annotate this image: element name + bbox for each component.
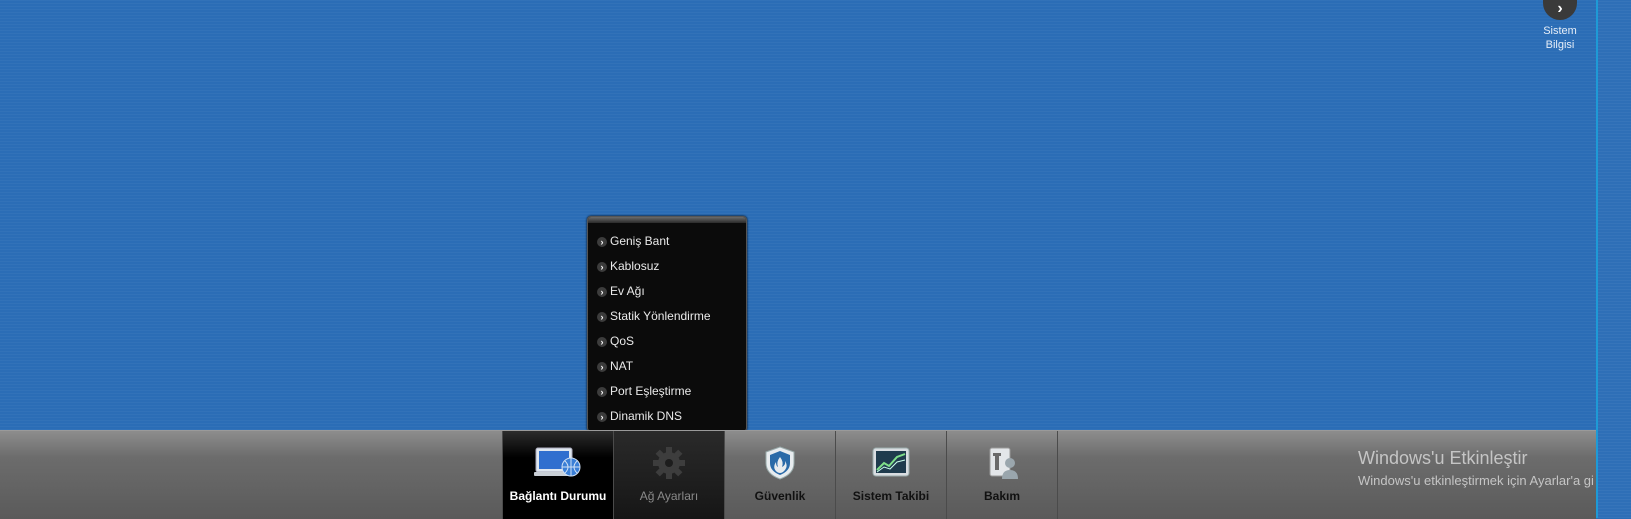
chevron-right-icon: › [1543, 0, 1577, 20]
tab-label: Ağ Ayarları [639, 489, 699, 503]
watermark-title: Windows'u Etkinleştir [1358, 448, 1528, 468]
menu-item-broadband[interactable]: › Geniş Bant [597, 229, 746, 254]
maintenance-icon [989, 447, 1018, 479]
tab-connection-status[interactable]: Bağlantı Durumu [502, 431, 614, 519]
menu-item-nat[interactable]: › NAT [597, 354, 746, 379]
menu-item-wireless[interactable]: › Kablosuz [597, 254, 746, 279]
desktop-background [0, 0, 1596, 430]
network-settings-menu: › Geniş Bant › Kablosuz › Ev Ağı › Statik Yö… [587, 216, 747, 432]
chevron-right-icon: › [597, 287, 607, 297]
tab-system-monitoring[interactable]: Sistem Takibi [836, 431, 947, 519]
chevron-right-icon: › [597, 362, 607, 372]
menu-item-port-mapping[interactable]: › Port Eşleştirme [597, 379, 746, 404]
tab-label: Bağlantı Durumu [509, 489, 607, 503]
tab-label: Sistem Takibi [852, 489, 930, 503]
chevron-right-icon: › [597, 262, 607, 272]
tab-security[interactable]: Güvenlik [725, 431, 836, 519]
tab-maintenance[interactable]: Bakım [947, 431, 1058, 519]
chevron-right-icon: › [597, 337, 607, 347]
tab-label: Bakım [983, 489, 1021, 503]
taskbar: Bağlantı Durumu Ağ Ayarları Güvenlik Sis… [0, 430, 1596, 519]
gear-icon [653, 447, 685, 479]
chevron-right-icon: › [597, 237, 607, 247]
watermark-subtitle: Windows'u etkinleştirmek için Ayarlar'a … [1358, 473, 1594, 488]
menu-item-static-routing[interactable]: › Statik Yönlendirme [597, 304, 746, 329]
shield-icon [765, 446, 795, 480]
windows-activation-watermark: Windows'u Etkinleştir Windows'u etkinleş… [1358, 448, 1594, 488]
chevron-right-icon: › [597, 412, 607, 422]
main-tabs: Bağlantı Durumu Ağ Ayarları Güvenlik Sis… [502, 431, 1058, 519]
menu-item-dynamic-dns[interactable]: › Dinamik DNS [597, 404, 746, 429]
menu-item-qos[interactable]: › QoS [597, 329, 746, 354]
menu-item-home-network[interactable]: › Ev Ağı [597, 279, 746, 304]
chevron-right-icon: › [597, 387, 607, 397]
chevron-right-icon: › [597, 312, 607, 322]
system-info-button[interactable]: › Sistem Bilgisi [1530, 0, 1590, 52]
tab-label: Güvenlik [754, 489, 806, 503]
right-edge-strip [1596, 0, 1631, 518]
chart-monitor-icon [872, 447, 910, 477]
monitor-globe-icon [534, 447, 581, 477]
system-info-label: Sistem Bilgisi [1543, 25, 1577, 51]
tab-network-settings[interactable]: Ağ Ayarları [614, 431, 725, 519]
